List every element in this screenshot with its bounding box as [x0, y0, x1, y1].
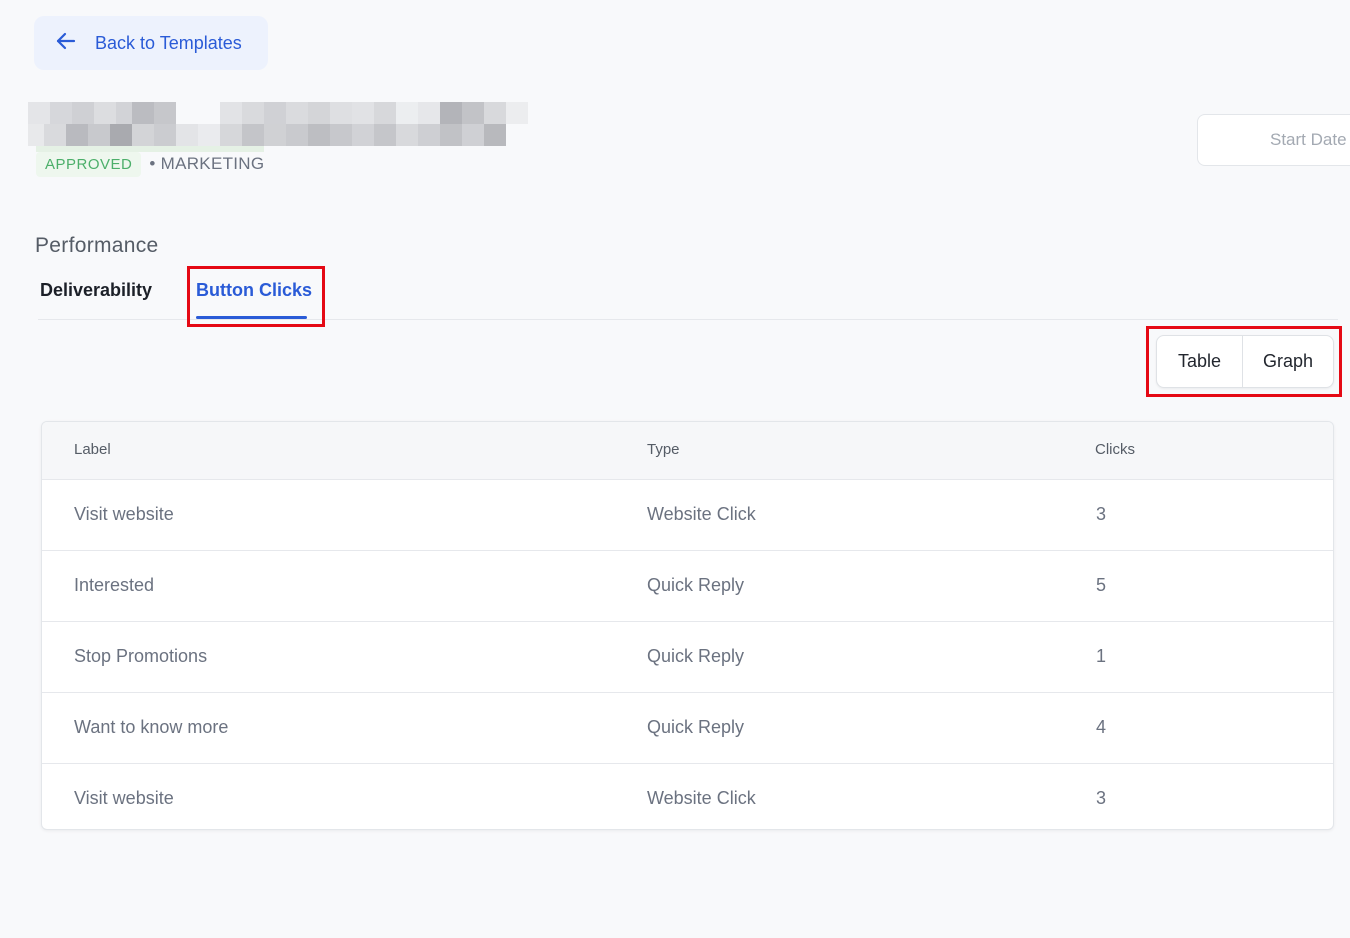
cell-type: Website Click — [647, 788, 756, 808]
cell-type: Quick Reply — [647, 646, 745, 666]
column-header-type[interactable]: Type — [647, 441, 680, 458]
column-header-clicks[interactable]: Clicks — [1095, 441, 1135, 458]
table-row: Want to know more Quick Reply 4 — [42, 693, 1333, 764]
performance-title: Performance — [35, 234, 159, 257]
cell-type: Website Click — [647, 504, 756, 524]
arrow-left-icon — [54, 29, 78, 58]
table-header: Label Type Clicks — [42, 422, 1333, 480]
table-row: Interested Quick Reply 5 — [42, 551, 1333, 622]
template-meta: APPROVED • MARKETING — [36, 150, 264, 178]
cell-clicks: 1 — [1096, 646, 1107, 666]
tab-button-clicks[interactable]: Button Clicks — [196, 280, 312, 301]
cell-label: Want to know more — [74, 717, 229, 737]
cell-clicks: 3 — [1096, 788, 1107, 808]
cell-label: Visit website — [74, 504, 174, 524]
column-header-label[interactable]: Label — [74, 441, 111, 458]
template-category: • MARKETING — [149, 154, 265, 173]
back-button-label: Back to Templates — [95, 32, 242, 53]
tab-deliverability[interactable]: Deliverability — [40, 280, 152, 301]
cell-label: Stop Promotions — [74, 646, 208, 666]
cell-clicks: 3 — [1096, 504, 1107, 524]
view-toggle: Table Graph — [1156, 335, 1334, 388]
cell-clicks: 4 — [1096, 717, 1107, 737]
cell-type: Quick Reply — [647, 575, 745, 595]
active-tab-indicator — [196, 316, 307, 319]
table-row: Stop Promotions Quick Reply 1 — [42, 622, 1333, 693]
back-to-templates-button[interactable]: Back to Templates — [34, 16, 268, 70]
table-view-button[interactable]: Table — [1157, 336, 1243, 387]
cell-type: Quick Reply — [647, 717, 745, 737]
performance-tabs: Deliverability Button Clicks — [38, 270, 1338, 320]
start-date-input[interactable] — [1197, 114, 1350, 166]
cell-label: Interested — [74, 575, 155, 595]
table-row: Visit website Website Click 3 — [42, 764, 1333, 829]
cell-label: Visit website — [74, 788, 174, 808]
cell-clicks: 5 — [1096, 575, 1107, 595]
redacted-template-name — [28, 102, 528, 152]
graph-view-button[interactable]: Graph — [1243, 336, 1333, 387]
status-badge: APPROVED — [36, 151, 142, 177]
table-row: Visit website Website Click 3 — [42, 480, 1333, 551]
button-clicks-table: Label Type Clicks Visit website Website … — [41, 421, 1334, 830]
